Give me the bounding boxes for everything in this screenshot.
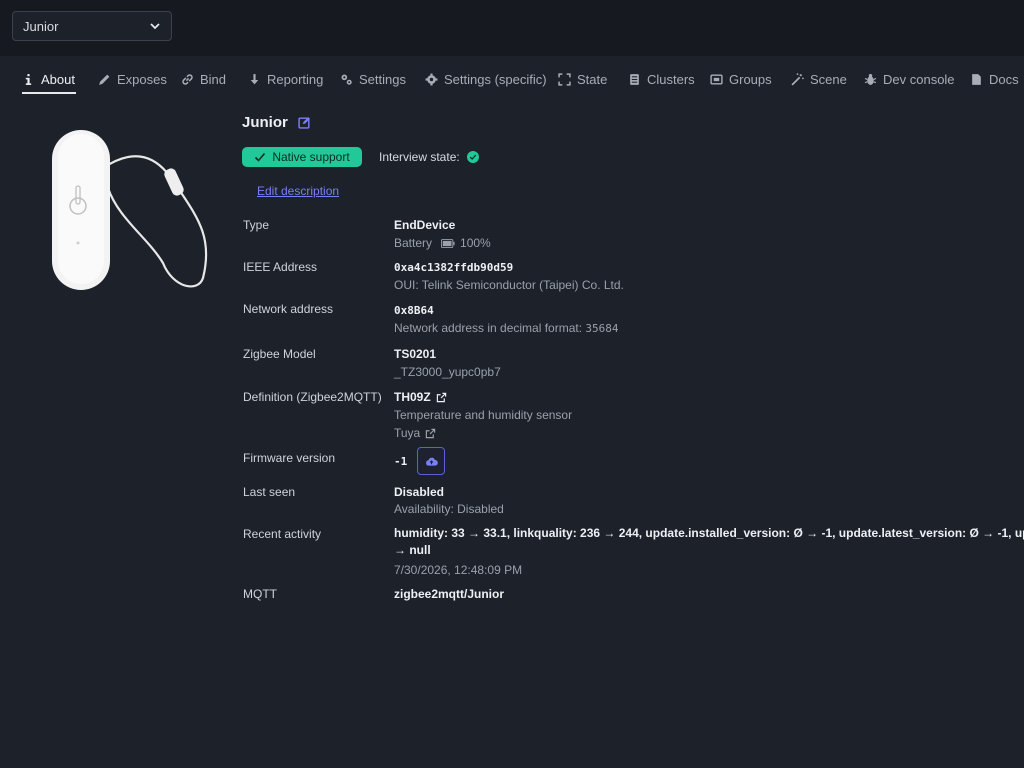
model-sub: _TZ3000_yupc0pb7 [394, 365, 501, 379]
model-value: TS0201 [394, 347, 437, 361]
tab-bar: About Exposes Bind Reporting Settings Se… [0, 56, 1024, 96]
vendor-link[interactable]: Tuya [394, 426, 436, 440]
activity-time: 7/30/2026, 12:48:09 PM [394, 563, 523, 577]
external-link-icon [426, 428, 436, 438]
battery-info: Battery 100% [394, 236, 491, 250]
cloud-upload-icon [425, 457, 438, 466]
tab-clusters[interactable]: Clusters [628, 64, 695, 94]
check-icon [255, 152, 266, 162]
native-support-badge: Native support [242, 147, 362, 167]
edit-description-link[interactable]: Edit description [257, 184, 339, 198]
tab-about[interactable]: About [22, 64, 76, 94]
device-title: Junior [242, 114, 311, 131]
tab-exposes[interactable]: Exposes [98, 64, 167, 94]
tab-reporting[interactable]: Reporting [248, 64, 323, 94]
edit-icon[interactable] [298, 116, 311, 129]
tab-docs[interactable]: Docs [970, 64, 1019, 94]
device-name: Junior [242, 114, 288, 131]
tab-dev-console[interactable]: Dev console [864, 64, 955, 94]
model-label: Zigbee Model [243, 347, 316, 361]
magic-wand-icon [791, 72, 804, 86]
tab-settings[interactable]: Settings [340, 64, 406, 94]
battery-icon [441, 238, 455, 248]
tab-scene[interactable]: Scene [791, 64, 847, 94]
top-bar: Junior [0, 0, 1024, 56]
type-value: EndDevice [394, 218, 456, 232]
mqtt-value: zigbee2mqtt/Junior [394, 587, 505, 601]
firmware-label: Firmware version [243, 451, 336, 465]
tab-groups[interactable]: Groups [710, 64, 772, 94]
download-arrow-icon [250, 73, 259, 84]
network-value: 0x8B64 [394, 304, 434, 317]
chevron-down-icon [150, 23, 160, 30]
last-seen-value: Disabled [394, 485, 445, 499]
mqtt-label: MQTT [243, 587, 277, 601]
availability-text: Availability: Disabled [394, 502, 504, 516]
oui-text: OUI: Telink Semiconductor (Taipei) Co. L… [394, 278, 624, 292]
type-label: Type [243, 218, 270, 232]
gear-icon [425, 73, 438, 85]
network-label: Network address [243, 302, 334, 316]
definition-link[interactable]: TH09Z [394, 390, 447, 404]
link-icon [182, 73, 193, 85]
groups-icon [710, 73, 723, 85]
definition-label: Definition (Zigbee2MQTT) [243, 390, 382, 404]
activity-label: Recent activity [243, 527, 322, 541]
device-select-value: Junior [23, 18, 59, 34]
file-icon [972, 73, 981, 85]
state-icon [558, 72, 571, 86]
tab-bind[interactable]: Bind [181, 64, 226, 94]
external-link-icon [436, 392, 446, 402]
info-icon [25, 73, 32, 85]
last-seen-label: Last seen [243, 485, 296, 499]
activity-text: humidity: 33 → 33.1, linkquality: 236 → … [394, 526, 1024, 557]
tab-settings-specific[interactable]: Settings (specific) [425, 64, 547, 94]
device-select[interactable]: Junior [12, 11, 172, 41]
network-decimal: Network address in decimal format: 35684 [394, 321, 619, 335]
ieee-label: IEEE Address [243, 260, 318, 274]
interview-state: Interview state: [379, 150, 479, 164]
tab-state[interactable]: State [558, 64, 607, 94]
ieee-value: 0xa4c1382ffdb90d59 [394, 261, 514, 274]
pencil-icon [99, 74, 110, 85]
definition-description: Temperature and humidity sensor [394, 408, 573, 422]
bug-icon [864, 73, 877, 85]
device-image [52, 130, 208, 290]
firmware-value: -1 [394, 455, 408, 468]
check-circle-icon [466, 151, 479, 163]
document-icon [630, 73, 639, 85]
gears-icon [341, 74, 352, 85]
check-update-button[interactable] [417, 447, 445, 475]
